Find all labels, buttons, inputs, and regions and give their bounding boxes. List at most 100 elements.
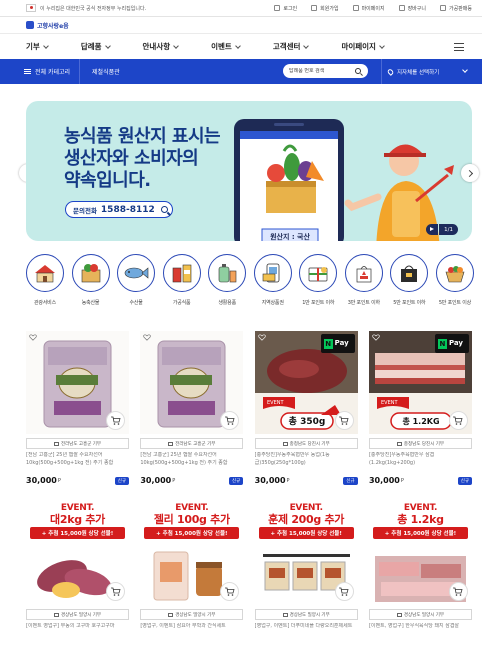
seller-link[interactable]: 경상남도 밀양시 기부 xyxy=(140,609,244,620)
nav-guide[interactable]: 안내사항 xyxy=(143,41,179,52)
voucher-icon xyxy=(253,254,292,292)
seller-link[interactable]: 가공판매등 xyxy=(439,5,472,12)
seller-label: 경상남도 밀양시 기부 xyxy=(289,612,330,618)
nav-gifts[interactable]: 답례품 xyxy=(81,41,111,52)
quick-category-label: 1만 포인트 이하 xyxy=(302,300,335,306)
naver-pay-badge: N Pay xyxy=(434,334,469,353)
quick-category-label: 농축산물 xyxy=(81,300,100,306)
product-title[interactable]: [영업구, 이벤트] 삼요아 무학과 간식세트 xyxy=(140,623,243,637)
product-price: 30,000 xyxy=(140,476,172,485)
logo-icon[interactable] xyxy=(26,21,34,29)
price-unit: P xyxy=(286,478,290,484)
product-thumbnail[interactable]: EVENT 총 350g N Pay xyxy=(254,331,358,434)
product-title[interactable]: [충주당진]우농주육협반우 농업(1등급)350g(250g*100g) xyxy=(255,452,358,474)
heart-icon[interactable] xyxy=(258,334,266,341)
product-thumbnail[interactable]: EVENT. 총 1.2kg + 추첨 15,000원 상당 선물! xyxy=(368,502,472,605)
product-card[interactable]: EVENT 총 1.2KG N Pay 충청남도 당진시 기부 [충주당진]우농주… xyxy=(368,331,472,485)
basket-rim xyxy=(266,181,316,187)
price-row: 30,000 P 신규 xyxy=(140,476,244,485)
product-card[interactable]: 전라남도 고흥군 기부 [전남 고흥군] 25년 햅쌀 수요자선어 10kg(5… xyxy=(140,331,244,485)
product-title[interactable]: [전남 고흥군] 25년 햅쌀 수요자선어 10kg(500g+500g+1kg… xyxy=(26,452,129,474)
chevron-down-icon xyxy=(462,67,468,73)
search-input[interactable] xyxy=(289,68,351,74)
product-thumbnail[interactable] xyxy=(26,331,129,434)
product-card[interactable]: EVENT. 젤리 100g 추가 + 추첨 15,000원 상당 선물! 경상남… xyxy=(140,502,244,637)
seller-link[interactable]: 경상남도 밀양시 기부 xyxy=(254,609,358,620)
product-card[interactable]: EVENT. 총 1.2kg + 추첨 15,000원 상당 선물! 경상남도 밀… xyxy=(368,502,472,637)
fish-svg xyxy=(124,267,149,279)
product-thumbnail[interactable]: EVENT. 젤리 100g 추가 + 추첨 15,000원 상당 선물! xyxy=(140,502,244,605)
region-select[interactable]: 지자체를 선택하기 xyxy=(381,59,473,84)
add-to-cart-button[interactable] xyxy=(106,411,125,430)
search-icon[interactable] xyxy=(355,68,361,74)
product-card[interactable]: EVENT 총 350g N Pay 충청남도 당진시 기부 [충주당진]우농주육… xyxy=(254,331,358,485)
shopping-bag-icon xyxy=(390,254,429,292)
heart-icon[interactable] xyxy=(372,334,380,341)
heart-icon[interactable] xyxy=(29,334,37,341)
utility-links: 로그인 회원가입 마이페이지 장바구니 가공판매등 xyxy=(274,5,472,12)
logo-text[interactable]: 고향사랑e음 xyxy=(37,21,69,30)
add-to-cart-button[interactable] xyxy=(448,582,468,601)
seller-link[interactable]: 전라남도 고흥군 기부 xyxy=(26,438,129,449)
nav-event[interactable]: 이벤트 xyxy=(211,41,241,52)
seller-link[interactable]: 전라남도 고흥군 기부 xyxy=(140,438,244,449)
nav-support[interactable]: 고객센터 xyxy=(273,41,310,52)
quick-category-item[interactable]: 3만 포인트 이하 xyxy=(344,254,384,310)
product-card[interactable]: EVENT. 훈제 200g 추가 + 추첨 15,000원 상당 선물! 경상남… xyxy=(254,502,358,637)
product-thumbnail[interactable] xyxy=(140,331,244,434)
product-title[interactable]: [이벤트 영업구] 부농의 고구마 호구고구마 xyxy=(26,623,129,637)
banner-next-button[interactable] xyxy=(461,164,479,182)
add-to-cart-button[interactable] xyxy=(448,411,468,430)
new-badge: 신규 xyxy=(343,476,358,485)
seller-link[interactable]: 경상남도 밀양시 기부 xyxy=(368,609,472,620)
quick-category-item[interactable]: 5만 포인트 이하 xyxy=(389,254,429,310)
add-to-cart-button[interactable] xyxy=(106,582,125,601)
cart-icon xyxy=(224,416,235,425)
signup-link[interactable]: 회원가입 xyxy=(311,5,339,12)
product-card[interactable]: EVENT. 대2kg 추가 + 추첨 15,000원 상당 선물! 경상남도 밀… xyxy=(26,502,129,637)
nav-mypage[interactable]: 마이페이지 xyxy=(341,41,385,52)
main-banner[interactable]: 농식품 원산지 표시는 생산자와 소비자의 약속입니다. 문의전화 1588-8… xyxy=(26,101,472,241)
add-to-cart-button[interactable] xyxy=(334,582,354,601)
product-row: 전라남도 고흥군 기부 [전남 고흥군] 25년 햅쌀 수요자선어 10kg(5… xyxy=(26,331,472,485)
add-to-cart-button[interactable] xyxy=(334,411,354,430)
seller-link[interactable]: 충청남도 당진시 기부 xyxy=(254,438,358,449)
quick-category-item[interactable]: 가공식품 xyxy=(162,254,202,310)
store-icon xyxy=(168,612,174,617)
product-title[interactable]: [영업구, 이벤트] 더푸미네플 다량오리훈제세트 xyxy=(255,623,358,637)
nav-donate[interactable]: 기부 xyxy=(26,41,49,52)
all-categories-button[interactable]: 전체 카테고리 xyxy=(0,67,70,76)
chevron-down-icon xyxy=(104,42,111,49)
price-row: 30,000 P 신규 xyxy=(26,476,129,485)
login-link[interactable]: 로그인 xyxy=(274,5,297,12)
quick-category-item[interactable]: 농축산물 xyxy=(71,254,111,310)
play-icon[interactable] xyxy=(426,224,439,235)
quick-category-item[interactable]: 1만 포인트 이하 xyxy=(298,254,338,310)
cart-link[interactable]: 장바구니 xyxy=(398,5,426,12)
product-title[interactable]: [이벤트, 영업구] 한우식육식당 돼지 삼겹살 xyxy=(369,623,472,637)
store-icon xyxy=(168,441,174,446)
quick-category-item[interactable]: 5만 포인트 이상 xyxy=(435,254,475,310)
store-icon xyxy=(53,441,59,446)
quick-category-item[interactable]: 지역상품권 xyxy=(253,254,293,310)
seasonal-food-link[interactable]: 제철식품관 xyxy=(92,67,120,76)
quick-category-item[interactable]: 관광서비스 xyxy=(25,254,65,310)
seller-link[interactable]: 충청남도 당진시 기부 xyxy=(368,438,472,449)
gift-box-icon xyxy=(299,254,338,292)
product-thumbnail[interactable]: EVENT. 대2kg 추가 + 추첨 15,000원 상당 선물! xyxy=(26,502,129,605)
quick-category-item[interactable]: 수산물 xyxy=(116,254,156,310)
product-title[interactable]: [충주당진]우농주육협반우 삼겹(1.2kg(1kg+200g) xyxy=(369,452,472,474)
quick-category-item[interactable]: 생활용품 xyxy=(207,254,247,310)
product-title[interactable]: [전남 고흥군] 25년 햅쌀 수요자선어 10kg(500g+500g+1kg… xyxy=(140,452,243,474)
cart-icon xyxy=(398,5,405,11)
quick-category-label: 수산물 xyxy=(129,300,143,306)
hamburger-menu-icon[interactable] xyxy=(454,43,464,51)
mypage-link[interactable]: 마이페이지 xyxy=(352,5,385,12)
product-thumbnail[interactable]: EVENT 총 1.2KG N Pay xyxy=(368,331,472,434)
heart-icon[interactable] xyxy=(143,334,151,341)
seller-link[interactable]: 경상남도 밀양시 기부 xyxy=(26,609,129,620)
product-thumbnail[interactable]: EVENT. 훈제 200g 추가 + 추첨 15,000원 상당 선물! xyxy=(254,502,358,605)
product-card[interactable]: 전라남도 고흥군 기부 [전남 고흥군] 25년 햅쌀 수요자선어 10kg(5… xyxy=(26,331,129,485)
price-unit: P xyxy=(57,478,61,484)
main-nav: 기부 답례품 안내사항 이벤트 고객센터 마이페이지 xyxy=(0,33,482,59)
